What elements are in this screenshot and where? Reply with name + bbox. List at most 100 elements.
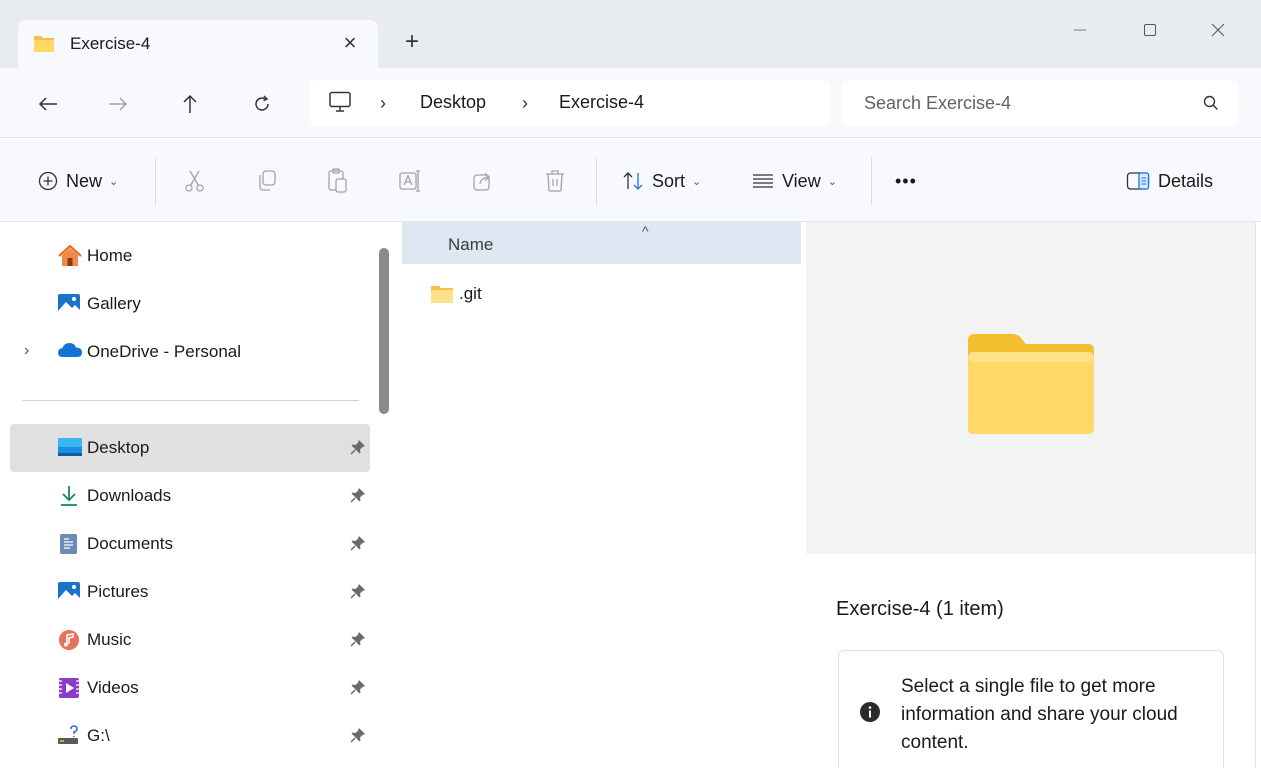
sidebar-item-documents[interactable]: Documents <box>10 520 370 568</box>
tab-title: Exercise-4 <box>70 34 151 53</box>
back-button[interactable] <box>32 88 64 120</box>
sidebar-item-label: G:\ <box>87 726 110 745</box>
sidebar-item-gallery[interactable]: Gallery <box>10 280 370 328</box>
delete-icon <box>546 170 564 192</box>
sidebar-item-downloads[interactable]: Downloads <box>10 472 370 520</box>
this-pc-icon[interactable] <box>328 91 352 118</box>
videos-icon <box>57 677 81 699</box>
sidebar-item-pictures[interactable]: Pictures <box>10 568 370 616</box>
sidebar-item-label: Videos <box>87 678 139 697</box>
command-bar: New ⌄ Sort ⌄ View ⌄ ••• Details <box>0 139 1261 222</box>
desktop-icon <box>57 437 82 459</box>
divider <box>596 157 597 205</box>
sidebar-item-label: Gallery <box>87 294 141 313</box>
breadcrumb-desktop[interactable]: Desktop <box>420 92 486 113</box>
new-label: New <box>66 170 103 191</box>
onedrive-icon <box>57 341 82 363</box>
share-icon <box>473 173 490 191</box>
chevron-right-icon[interactable]: › <box>522 93 528 114</box>
address-bar[interactable]: › Desktop › Exercise-4 <box>310 80 830 126</box>
maximize-button[interactable] <box>1130 14 1170 46</box>
view-button[interactable]: View ⌄ <box>752 167 837 195</box>
pin-icon[interactable] <box>350 583 366 604</box>
chevron-down-icon: ⌄ <box>109 175 119 188</box>
tab-close-button[interactable]: × <box>336 29 364 57</box>
new-button[interactable]: New ⌄ <box>38 167 118 195</box>
folder-icon <box>964 332 1096 441</box>
up-button[interactable] <box>174 88 206 120</box>
pin-icon[interactable] <box>350 679 366 700</box>
info-card: Select a single file to get more informa… <box>838 650 1224 768</box>
copy-icon <box>259 170 276 191</box>
sidebar-item-label: Desktop <box>87 438 150 457</box>
delete-button[interactable] <box>544 167 566 195</box>
breadcrumb-exercise-4[interactable]: Exercise-4 <box>559 92 644 113</box>
preview-area <box>806 222 1255 554</box>
pin-icon[interactable] <box>350 487 366 508</box>
divider <box>22 400 359 401</box>
minimize-button[interactable] <box>1060 14 1100 46</box>
list-item[interactable]: .git <box>402 274 801 316</box>
column-header-label: Name <box>448 235 494 254</box>
home-icon <box>57 244 82 267</box>
arrow-right-icon <box>109 97 128 111</box>
details-pane: Exercise-4 (1 item) Select a single file… <box>806 222 1255 768</box>
downloads-icon <box>57 485 81 507</box>
sidebar-item-home[interactable]: Home <box>10 232 370 280</box>
title-bar: Exercise-4 × + <box>0 0 1261 68</box>
cut-button[interactable] <box>184 167 206 195</box>
new-tab-button[interactable]: + <box>398 28 426 56</box>
navigation-pane: Home Gallery › OneDrive - Personal Deskt… <box>0 222 372 768</box>
arrow-up-icon <box>183 94 197 113</box>
rename-icon <box>399 170 420 192</box>
more-options-button[interactable]: ••• <box>895 167 917 195</box>
pin-icon[interactable] <box>350 439 366 460</box>
arrow-left-icon <box>38 97 57 111</box>
paste-button[interactable] <box>327 167 349 195</box>
sidebar-item-label: Pictures <box>87 582 149 601</box>
details-title: Exercise-4 (1 item) <box>836 598 1004 620</box>
details-label: Details <box>1158 170 1214 191</box>
sidebar-item-videos[interactable]: Videos <box>10 664 370 712</box>
chevron-right-icon[interactable]: › <box>24 342 29 360</box>
sort-button[interactable]: Sort ⌄ <box>622 167 701 195</box>
search-icon[interactable] <box>1202 94 1220 117</box>
sort-ascending-icon: ^ <box>642 223 649 239</box>
gallery-icon <box>57 293 81 315</box>
pin-icon[interactable] <box>350 727 366 748</box>
sidebar-item-music[interactable]: Music <box>10 616 370 664</box>
forward-button[interactable] <box>102 88 134 120</box>
nav-scrollbar-thumb[interactable] <box>379 248 389 414</box>
sidebar-item-label: Home <box>87 246 133 265</box>
sort-icon <box>623 172 643 190</box>
details-pane-icon <box>1126 172 1150 190</box>
chevron-right-icon[interactable]: › <box>380 93 386 114</box>
column-header-name[interactable]: ^ Name <box>402 222 801 264</box>
pictures-icon <box>57 581 81 603</box>
search-input[interactable]: Search Exercise-4 <box>864 93 1011 114</box>
sidebar-item-drive-g[interactable]: G:\ <box>10 712 370 760</box>
rename-button[interactable] <box>398 167 422 195</box>
chevron-down-icon: ⌄ <box>692 175 702 188</box>
copy-button[interactable] <box>256 167 278 195</box>
divider <box>871 157 872 205</box>
sort-label: Sort <box>652 170 686 191</box>
share-button[interactable] <box>472 167 494 195</box>
view-label: View <box>782 170 821 191</box>
info-message: Select a single file to get more informa… <box>901 676 1178 753</box>
pin-icon[interactable] <box>350 535 366 556</box>
sidebar-item-desktop[interactable]: Desktop <box>10 424 370 472</box>
details-button[interactable]: Details <box>1126 167 1213 195</box>
folder-icon <box>430 285 454 309</box>
address-row: › Desktop › Exercise-4 Search Exercise-4 <box>0 68 1261 138</box>
chevron-down-icon: ⌄ <box>827 175 837 188</box>
sidebar-item-label: Music <box>87 630 132 649</box>
refresh-button[interactable] <box>246 88 278 120</box>
sidebar-item-onedrive[interactable]: › OneDrive - Personal <box>10 328 370 376</box>
info-icon <box>859 701 881 728</box>
close-window-button[interactable] <box>1198 14 1238 46</box>
search-box[interactable]: Search Exercise-4 <box>842 80 1238 126</box>
tab-exercise-4[interactable]: Exercise-4 × <box>18 20 378 68</box>
refresh-icon <box>255 95 269 111</box>
pin-icon[interactable] <box>350 631 366 652</box>
